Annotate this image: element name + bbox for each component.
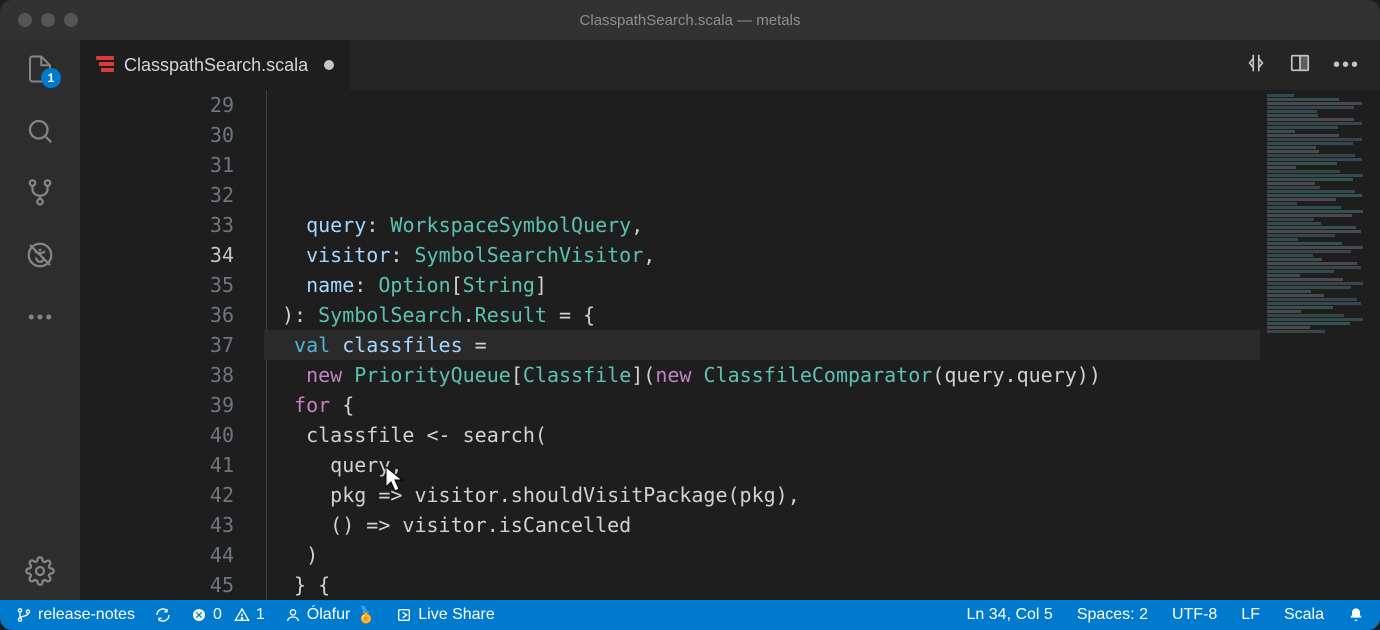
scala-file-icon [96,56,114,74]
status-eol[interactable]: LF [1241,606,1260,624]
search-icon[interactable] [25,116,55,146]
more-icon[interactable] [25,302,55,332]
settings-icon[interactable] [25,556,55,586]
code-content[interactable]: query: WorkspaceSymbolQuery, visitor: Sy… [264,90,1260,600]
explorer-badge: 1 [41,68,61,88]
title-bar: ClasspathSearch.scala — metals [0,0,1380,40]
window-title: ClasspathSearch.scala — metals [580,12,801,29]
window-controls [18,13,78,27]
compare-icon[interactable] [1245,52,1267,79]
explorer-icon[interactable]: 1 [25,54,55,84]
status-position[interactable]: Ln 34, Col 5 [967,606,1053,624]
minimap-content [1267,94,1374,334]
tab-filename: ClasspathSearch.scala [124,55,308,76]
maximize-window-icon[interactable] [64,13,78,27]
more-actions-icon[interactable]: ••• [1333,54,1360,77]
status-lang[interactable]: Scala [1284,606,1324,624]
close-window-icon[interactable] [18,13,32,27]
modified-indicator-icon [324,60,334,70]
status-indent[interactable]: Spaces: 2 [1077,606,1148,624]
editor-area: ClasspathSearch.scala ••• 29303132333435… [80,40,1380,600]
line-gutter: 2930313233343536373839404142434445 [80,90,264,600]
status-sync[interactable] [155,607,171,623]
activity-bar: 1 [0,40,80,600]
split-editor-icon[interactable] [1289,52,1311,79]
status-user[interactable]: Ólafur 🏅 [285,605,377,625]
minimize-window-icon[interactable] [41,13,55,27]
window-root: ClasspathSearch.scala — metals 1 [0,0,1380,630]
source-control-icon[interactable] [25,178,55,208]
workbench-body: 1 Cla [0,40,1380,600]
status-problems[interactable]: 0 1 [191,606,265,624]
editor-actions: ••• [1245,40,1380,90]
status-branch[interactable]: release-notes [16,606,135,624]
minimap[interactable] [1260,90,1380,600]
tab-classpathsearch[interactable]: ClasspathSearch.scala [80,40,351,90]
code-editor[interactable]: 2930313233343536373839404142434445 query… [80,90,1380,600]
debug-icon[interactable] [25,240,55,270]
status-liveshare[interactable]: Live Share [396,606,495,624]
tab-bar: ClasspathSearch.scala ••• [80,40,1380,90]
status-bar: release-notes 0 1 Ólafur 🏅 Live Share [0,600,1380,630]
status-encoding[interactable]: UTF-8 [1172,606,1217,624]
status-bell[interactable] [1348,607,1364,623]
